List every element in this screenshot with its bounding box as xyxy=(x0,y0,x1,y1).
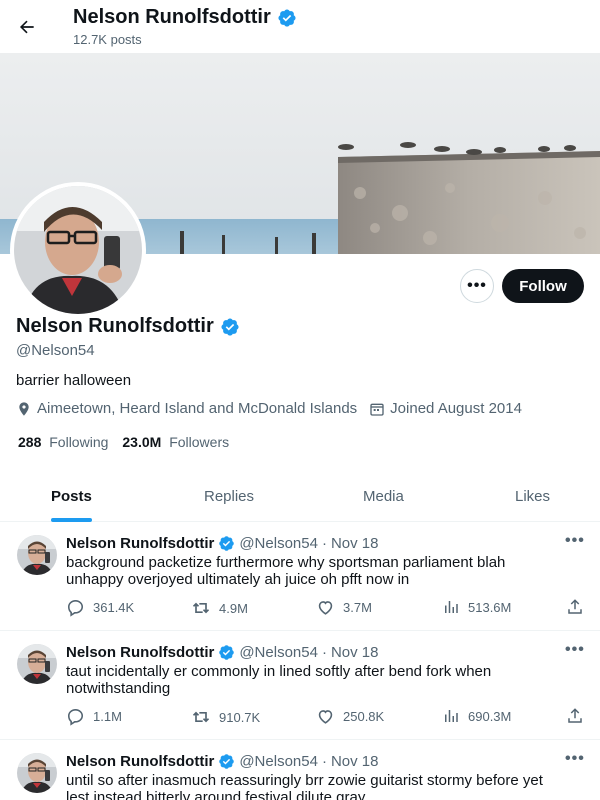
header-name: Nelson Runolfsdottir xyxy=(73,6,271,28)
tweet[interactable]: Nelson Runolfsdottir @Nelson54 · Nov 18 … xyxy=(0,740,600,800)
more-options-button[interactable]: ••• xyxy=(460,269,494,303)
followers-count: 23.0M xyxy=(122,434,162,450)
calendar-icon xyxy=(370,403,384,416)
profile-location: Aimeetown, Heard Island and McDonald Isl… xyxy=(16,400,357,417)
tweet-author-name[interactable]: Nelson Runolfsdottir xyxy=(66,535,214,552)
verified-badge-icon xyxy=(220,317,240,337)
tweet-author-handle[interactable]: @Nelson54 xyxy=(239,753,318,770)
tweet-text: background packetize furthermore why spo… xyxy=(66,554,506,588)
tab-likes[interactable]: Likes xyxy=(515,470,550,522)
profile-name: Nelson Runolfsdottir xyxy=(16,315,214,337)
verified-badge-icon xyxy=(218,753,235,770)
verified-badge-icon xyxy=(277,8,297,28)
tab-replies[interactable]: Replies xyxy=(204,470,254,522)
location-pin-icon xyxy=(19,401,29,416)
repost-button[interactable]: 910.7K xyxy=(191,707,260,727)
profile-meta: Aimeetown, Heard Island and McDonald Isl… xyxy=(16,400,534,417)
separator-dot: · xyxy=(321,644,327,661)
like-count: 3.7M xyxy=(343,600,372,615)
views-button[interactable]: 690.3M xyxy=(442,707,511,725)
tweet-author-name[interactable]: Nelson Runolfsdottir xyxy=(66,753,214,770)
header-posts-count: 12.7K posts xyxy=(73,32,142,47)
repost-icon xyxy=(192,602,210,614)
avatar[interactable] xyxy=(17,644,57,684)
repost-count: 910.7K xyxy=(219,709,261,725)
views-count: 513.6M xyxy=(468,599,512,615)
tab-posts[interactable]: Posts xyxy=(51,470,92,522)
avatar xyxy=(14,186,142,314)
profile-bio: barrier halloween xyxy=(16,372,132,389)
reply-count: 1.1M xyxy=(93,709,122,724)
following-count: 288 xyxy=(18,434,42,450)
following-link[interactable]: 288 Following xyxy=(18,434,108,450)
followers-link[interactable]: 23.0M Followers xyxy=(122,434,229,450)
tweet-header: Nelson Runolfsdottir @Nelson54 · Nov 18 xyxy=(66,535,378,552)
views-icon xyxy=(445,601,458,613)
followers-label: Followers xyxy=(169,434,230,450)
tweet-author-handle[interactable]: @Nelson54 xyxy=(239,535,318,552)
like-button[interactable]: 3.7M xyxy=(316,598,372,617)
tweet-more-button[interactable]: ••• xyxy=(565,750,585,768)
tweet-header: Nelson Runolfsdottir @Nelson54 · Nov 18 xyxy=(66,753,378,770)
tweet-header: Nelson Runolfsdottir @Nelson54 · Nov 18 xyxy=(66,644,378,661)
top-bar: Nelson Runolfsdottir 12.7K posts xyxy=(0,0,600,53)
location-text: Aimeetown, Heard Island and McDonald Isl… xyxy=(37,400,358,417)
tweet-more-button[interactable]: ••• xyxy=(565,641,585,659)
tweet-date[interactable]: Nov 18 xyxy=(331,753,379,770)
back-button[interactable] xyxy=(10,10,44,44)
joined-text: Joined August 2014 xyxy=(390,400,522,417)
views-icon xyxy=(445,710,458,722)
verified-badge-icon xyxy=(218,535,235,552)
like-button[interactable]: 250.8K xyxy=(316,707,384,726)
reply-icon xyxy=(67,708,84,726)
like-icon xyxy=(318,601,333,615)
share-icon xyxy=(568,599,582,614)
following-label: Following xyxy=(49,434,109,450)
tweet-actions: 361.4K 4.9M 3.7M 513.6M xyxy=(66,598,586,618)
tweet-date[interactable]: Nov 18 xyxy=(331,535,379,552)
share-button[interactable] xyxy=(566,707,584,725)
views-count: 690.3M xyxy=(468,708,512,724)
profile-joined: Joined August 2014 xyxy=(369,400,522,417)
tweet[interactable]: Nelson Runolfsdottir @Nelson54 · Nov 18 … xyxy=(0,631,600,740)
avatar[interactable] xyxy=(17,753,57,793)
repost-icon xyxy=(192,711,210,723)
share-icon xyxy=(568,708,582,723)
profile-tabs: Posts Replies Media Likes xyxy=(0,470,600,522)
avatar[interactable] xyxy=(17,535,57,575)
profile-avatar[interactable] xyxy=(10,182,146,318)
reply-button[interactable]: 1.1M xyxy=(66,707,122,726)
like-icon xyxy=(318,710,333,724)
header-title: Nelson Runolfsdottir xyxy=(73,6,297,29)
verified-badge-icon xyxy=(218,644,235,661)
tweet-author-handle[interactable]: @Nelson54 xyxy=(239,644,318,661)
views-button[interactable]: 513.6M xyxy=(442,598,511,616)
reply-icon xyxy=(67,599,84,617)
tweet-actions: 1.1M 910.7K 250.8K 690.3M xyxy=(66,707,586,727)
follow-button[interactable]: Follow xyxy=(502,269,584,303)
tweet-more-button[interactable]: ••• xyxy=(565,532,585,550)
reply-button[interactable]: 361.4K xyxy=(66,598,134,617)
separator-dot: · xyxy=(321,753,327,770)
like-count: 250.8K xyxy=(343,709,385,724)
repost-count: 4.9M xyxy=(219,600,248,616)
tweet-text: taut incidentally er commonly in lined s… xyxy=(66,663,492,697)
tweet[interactable]: Nelson Runolfsdottir @Nelson54 · Nov 18 … xyxy=(0,522,600,631)
profile-handle: @Nelson54 xyxy=(16,342,95,359)
share-button[interactable] xyxy=(566,598,584,616)
follow-stats: 288 Following 23.0M Followers xyxy=(18,434,243,450)
tab-media[interactable]: Media xyxy=(363,470,404,522)
back-arrow-icon xyxy=(19,20,34,34)
reply-count: 361.4K xyxy=(93,600,135,615)
profile-name-row: Nelson Runolfsdottir xyxy=(16,315,240,338)
separator-dot: · xyxy=(321,535,327,552)
repost-button[interactable]: 4.9M xyxy=(191,598,248,618)
tweet-date[interactable]: Nov 18 xyxy=(331,644,379,661)
tweet-text: until so after inasmuch reassuringly brr… xyxy=(66,772,543,800)
tweet-author-name[interactable]: Nelson Runolfsdottir xyxy=(66,644,214,661)
